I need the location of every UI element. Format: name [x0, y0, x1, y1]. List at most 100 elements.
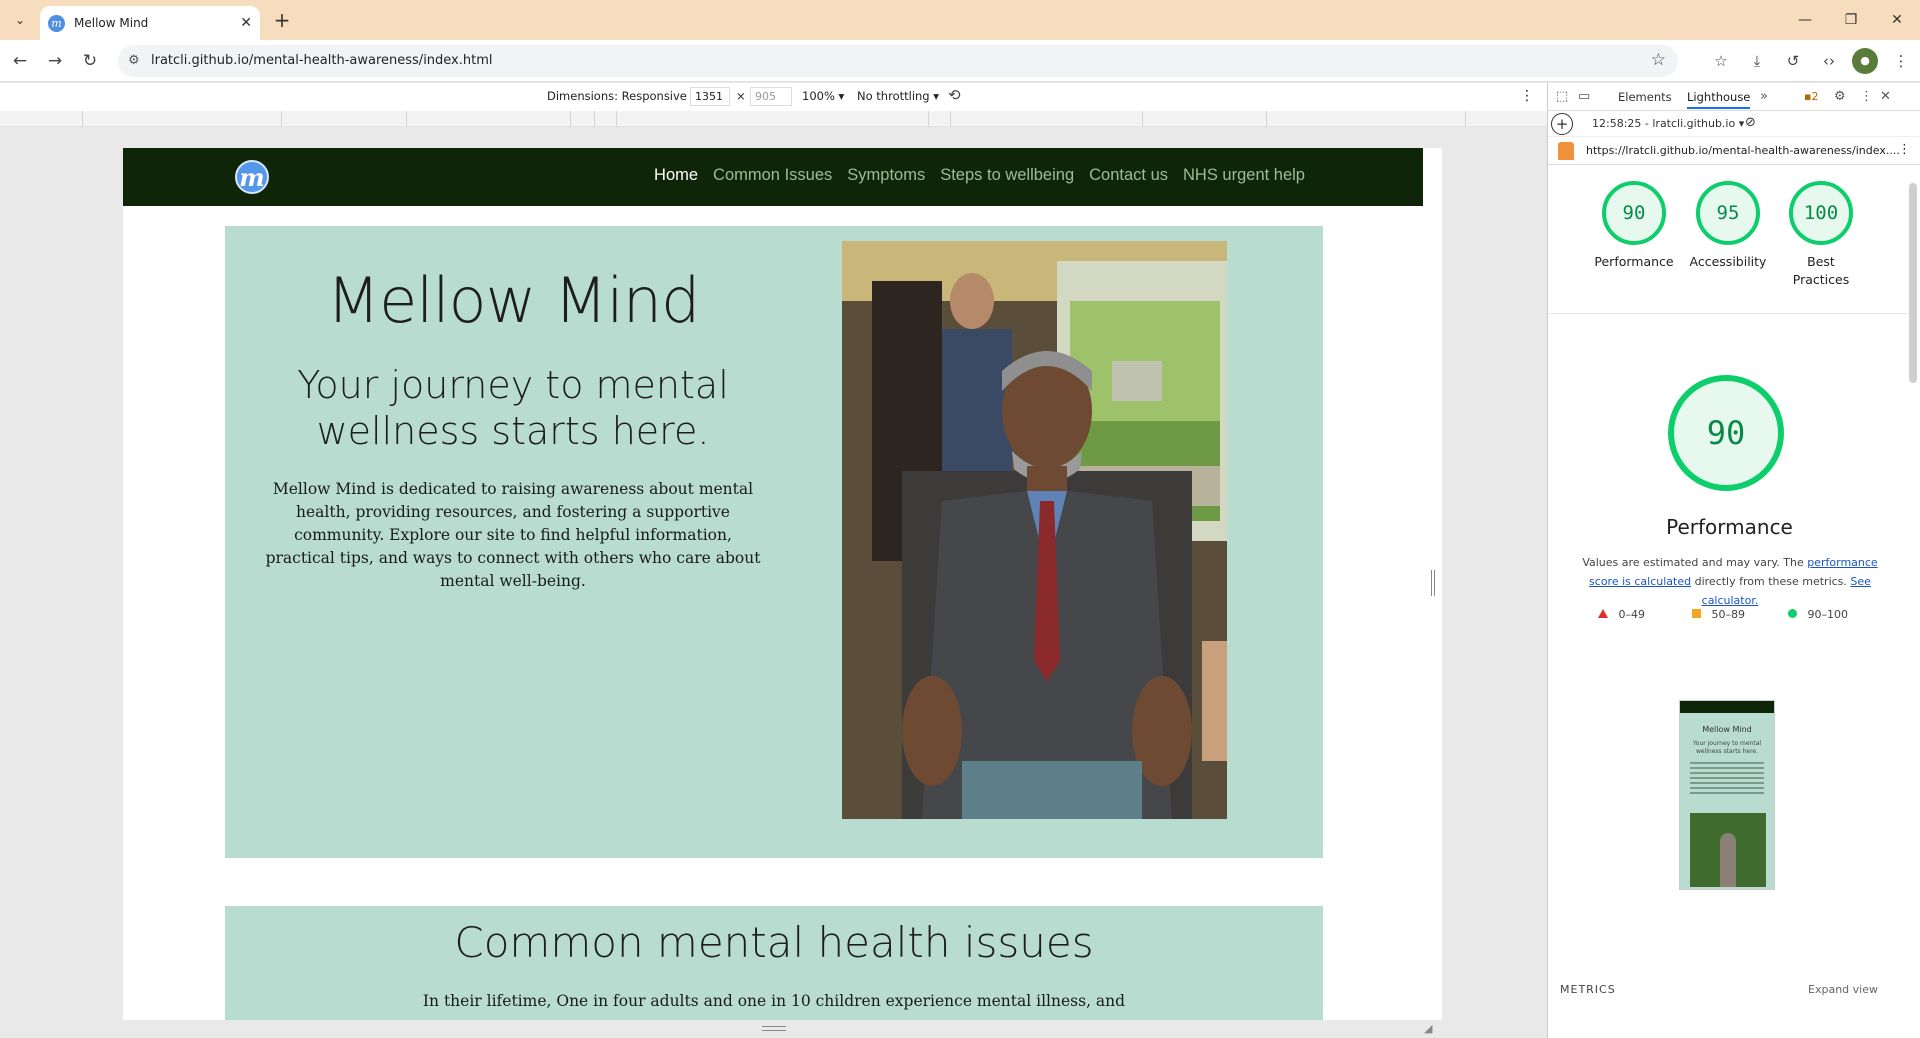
- browser-tab[interactable]: m Mellow Mind ✕: [40, 6, 260, 40]
- toolbar-actions: ☆ ⤓ ↺ ‹› ● ⋮: [1708, 48, 1914, 74]
- square-icon: [1692, 609, 1701, 618]
- legend-fail: 0–49: [1598, 608, 1645, 621]
- nav-links: Home Common Issues Symptoms Steps to wel…: [654, 166, 1305, 185]
- issues-title: Common mental health issues: [454, 918, 1094, 967]
- clear-icon[interactable]: ⊘: [1745, 115, 1756, 130]
- gauge-label: Accessibility: [1689, 254, 1767, 269]
- expand-view-toggle[interactable]: Expand view: [1808, 983, 1878, 996]
- score-gauges: 90 Performance 95 Accessibility 100 Best…: [1548, 181, 1920, 311]
- report-menu-icon[interactable]: ⋮: [1898, 142, 1911, 157]
- page-viewport: m Home Common Issues Symptoms Steps to w…: [123, 148, 1442, 1020]
- devtools-icon[interactable]: ‹›: [1816, 48, 1842, 74]
- report-selector[interactable]: 12:58:25 - lratcli.github.io ▾: [1592, 117, 1744, 130]
- issues-badge[interactable]: ▪2: [1804, 90, 1818, 103]
- gauge-ring: 100: [1789, 181, 1853, 245]
- device-toolbar: Dimensions: Responsive ▾ 1351 × 905 100%…: [0, 83, 1547, 111]
- minimize-icon[interactable]: —: [1782, 0, 1828, 40]
- metrics-heading: METRICS: [1560, 983, 1616, 996]
- tab-lighthouse[interactable]: Lighthouse: [1687, 90, 1751, 109]
- media-query-ruler[interactable]: [0, 111, 1547, 127]
- viewport-resize-handle[interactable]: [1431, 570, 1435, 596]
- lighthouse-run-bar: + 12:58:25 - lratcli.github.io ▾ ⊘: [1548, 111, 1920, 137]
- nav-link-contact-us[interactable]: Contact us: [1089, 166, 1168, 185]
- favicon-icon: m: [48, 14, 65, 32]
- download-icon[interactable]: ⤓: [1744, 48, 1770, 74]
- gauge-ring: 95: [1696, 181, 1760, 245]
- metrics-header: METRICS Expand view: [1560, 983, 1900, 996]
- report-url[interactable]: https://lratcli.github.io/mental-health-…: [1586, 144, 1900, 157]
- site-navbar: m Home Common Issues Symptoms Steps to w…: [123, 148, 1423, 206]
- devtools-menu-icon[interactable]: ⋮: [1860, 89, 1873, 104]
- page-screenshot-thumbnail[interactable]: Mellow Mind Your journey to mental welln…: [1679, 700, 1775, 890]
- dimensions-select[interactable]: Dimensions: Responsive ▾: [547, 89, 696, 103]
- gauge-label: Best Practices: [1792, 254, 1850, 287]
- throttling-select[interactable]: No throttling ▾: [857, 89, 939, 103]
- back-icon[interactable]: ←: [8, 49, 32, 73]
- close-devtools-icon[interactable]: ✕: [1880, 89, 1891, 104]
- tab-strip: ⌄ m Mellow Mind ✕ + — ❐ ✕: [0, 0, 1920, 40]
- nav-link-home[interactable]: Home: [654, 166, 698, 185]
- device-toggle-icon[interactable]: ▭: [1578, 89, 1590, 104]
- history-icon[interactable]: ↺: [1780, 48, 1806, 74]
- close-window-icon[interactable]: ✕: [1874, 0, 1920, 40]
- close-tab-icon[interactable]: ✕: [240, 15, 252, 31]
- inspect-element-icon[interactable]: ⬚: [1556, 89, 1568, 104]
- times-sign: ×: [736, 89, 746, 103]
- tab-elements[interactable]: Elements: [1618, 90, 1672, 104]
- new-tab-icon[interactable]: +: [270, 8, 294, 32]
- nav-link-nhs-urgent-help[interactable]: NHS urgent help: [1183, 166, 1305, 185]
- viewport-corner-handle[interactable]: ◢: [1424, 1022, 1432, 1035]
- tab-title: Mellow Mind: [74, 16, 149, 30]
- more-options-icon[interactable]: ⋮: [1520, 88, 1534, 104]
- window-controls: — ❐ ✕: [1782, 0, 1920, 40]
- forward-icon[interactable]: →: [43, 49, 67, 73]
- devtools-scrollbar[interactable]: [1909, 183, 1917, 383]
- thumbnail-text-lines: [1690, 762, 1764, 794]
- thumbnail-subtitle: Your journey to mental wellness starts h…: [1692, 740, 1762, 755]
- nav-link-steps-to-wellbeing[interactable]: Steps to wellbeing: [940, 166, 1074, 185]
- profile-avatar[interactable]: ●: [1852, 48, 1878, 74]
- browser-toolbar: ← → ↻ ⚙ lratcli.github.io/mental-health-…: [0, 40, 1920, 82]
- nav-link-symptoms[interactable]: Symptoms: [847, 166, 925, 185]
- legend-pass: 90–100: [1788, 608, 1848, 621]
- gauge-ring: 90: [1602, 181, 1666, 245]
- circle-icon: [1788, 609, 1797, 618]
- performance-main-label: Performance: [1666, 515, 1793, 539]
- url-text: lratcli.github.io/mental-health-awarenes…: [151, 53, 493, 68]
- address-bar[interactable]: ⚙ lratcli.github.io/mental-health-awaren…: [118, 45, 1678, 77]
- rotate-icon[interactable]: ⟲: [948, 86, 961, 104]
- extensions-icon[interactable]: ☆: [1708, 48, 1734, 74]
- report-url-bar: https://lratcli.github.io/mental-health-…: [1548, 137, 1920, 165]
- new-report-icon[interactable]: +: [1551, 113, 1573, 135]
- score-legend: 0–49 50–89 90–100: [1598, 608, 1898, 624]
- gauge-best-practices[interactable]: 100 Best Practices: [1771, 181, 1871, 289]
- tab-search-icon[interactable]: ⌄: [8, 8, 32, 32]
- gauge-performance[interactable]: 90 Performance: [1584, 181, 1684, 271]
- performance-main-gauge: 90: [1668, 375, 1784, 491]
- reload-icon[interactable]: ↻: [78, 49, 102, 73]
- devtools-panel: ⬚ ▭ Elements Lighthouse » ▪2 ⚙ ⋮ ✕ + 12:…: [1547, 83, 1920, 1038]
- legend-average: 50–89: [1692, 608, 1745, 621]
- restore-icon[interactable]: ❐: [1828, 0, 1874, 40]
- site-info-icon[interactable]: ⚙: [128, 53, 140, 68]
- hero-title: Mellow Mind: [326, 264, 701, 337]
- issues-text: In their lifetime, One in four adults an…: [422, 992, 1126, 1010]
- more-tabs-icon[interactable]: »: [1760, 89, 1768, 104]
- nav-link-common-issues[interactable]: Common Issues: [713, 166, 832, 185]
- site-logo[interactable]: m: [235, 160, 269, 194]
- desc-text: directly from these metrics.: [1691, 575, 1851, 588]
- menu-icon[interactable]: ⋮: [1888, 48, 1914, 74]
- gauge-accessibility[interactable]: 95 Accessibility: [1678, 181, 1778, 271]
- thumbnail-photo: [1690, 813, 1766, 887]
- settings-icon[interactable]: ⚙: [1834, 89, 1846, 104]
- hero-text: Mellow Mind is dedicated to raising awar…: [265, 480, 761, 590]
- devtools-tabbar: ⬚ ▭ Elements Lighthouse » ▪2 ⚙ ⋮ ✕: [1548, 83, 1920, 111]
- height-input[interactable]: 905: [750, 87, 792, 106]
- viewport-bottom-handle[interactable]: [762, 1026, 786, 1031]
- bookmark-star-icon[interactable]: ☆: [1651, 50, 1666, 70]
- width-input[interactable]: 1351: [690, 87, 730, 106]
- hero-section: Mellow Mind Your journey to mental welln…: [225, 226, 1323, 858]
- zoom-select[interactable]: 100% ▾: [802, 89, 844, 103]
- divider: [1548, 313, 1911, 314]
- thumbnail-nav: [1680, 701, 1774, 713]
